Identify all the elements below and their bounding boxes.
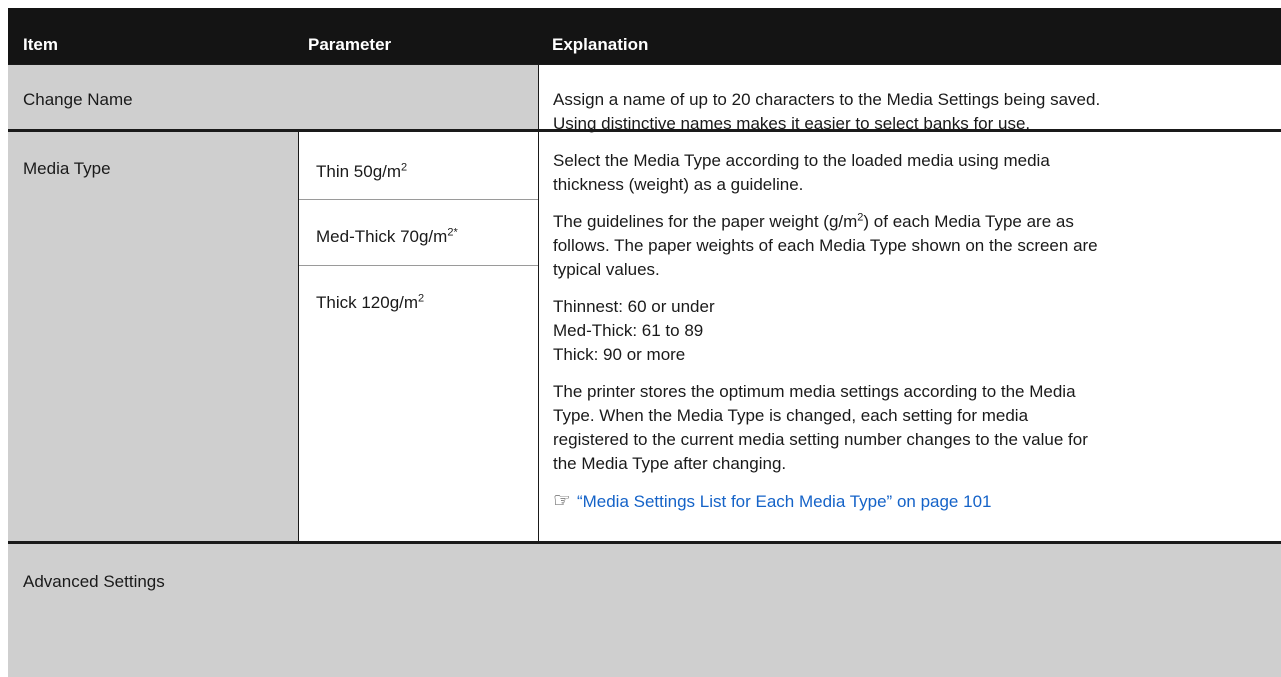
column-divider — [298, 132, 299, 542]
para1-line2: thickness (weight) as a guideline. — [553, 175, 804, 194]
para3-line: the Media Type after changing. — [553, 454, 787, 473]
row-change-name-item-cell: Change Name — [8, 64, 538, 130]
row-advanced-settings: Advanced Settings — [8, 544, 1281, 677]
row-media-type-item-cell: Media Type — [8, 132, 298, 542]
reference-arrow-icon: ☞ — [553, 490, 571, 512]
param-divider — [298, 265, 538, 266]
para3-line: Type. When the Media Type is changed, ea… — [553, 406, 1029, 425]
param-divider — [298, 199, 538, 200]
header-parameter: Parameter — [308, 35, 392, 54]
header-explanation: Explanation — [552, 35, 649, 54]
media-type-label: Media Type — [23, 159, 111, 178]
row-change-name-explanation-cell: Assign a name of up to 20 characters to … — [538, 64, 1281, 133]
change-name-label: Change Name — [23, 90, 133, 109]
header-item: Item — [23, 35, 58, 54]
list-item: Thinnest: 60 or under — [553, 297, 715, 316]
reference-link[interactable]: ☞ “Media Settings List for Each Media Typ… — [553, 489, 991, 514]
column-divider — [538, 64, 539, 542]
param-med-thick: Med-Thick 70g/m2* — [316, 226, 458, 246]
table-header: Item Parameter Explanation — [8, 8, 1281, 64]
settings-table: Item Parameter Explanation Change Name A… — [8, 8, 1281, 677]
param-thick: Thick 120g/m2 — [316, 292, 425, 312]
media-type-explanation-cell: Select the Media Type according to the l… — [538, 132, 1281, 542]
para2-line3: typical values. — [553, 260, 660, 279]
para2-line1: The guidelines for the paper weight (g/m… — [553, 211, 1074, 231]
change-name-explanation-line1: Assign a name of up to 20 characters to … — [553, 90, 1101, 109]
para2-line2: follows. The paper weights of each Media… — [553, 236, 1098, 255]
advanced-settings-label: Advanced Settings — [23, 572, 165, 591]
para3-line: The printer stores the optimum media set… — [553, 382, 1076, 401]
list-item: Med-Thick: 61 to 89 — [553, 321, 704, 340]
para3-line: registered to the current media setting … — [553, 430, 1088, 449]
para1-line1: Select the Media Type according to the l… — [553, 151, 1050, 170]
param-thin: Thin 50g/m2 — [316, 161, 408, 181]
divider — [8, 64, 1281, 65]
list-item: Thick: 90 or more — [553, 345, 686, 364]
media-type-param-column: Thin 50g/m2 Med-Thick 70g/m2* Thick 120g… — [298, 132, 538, 542]
